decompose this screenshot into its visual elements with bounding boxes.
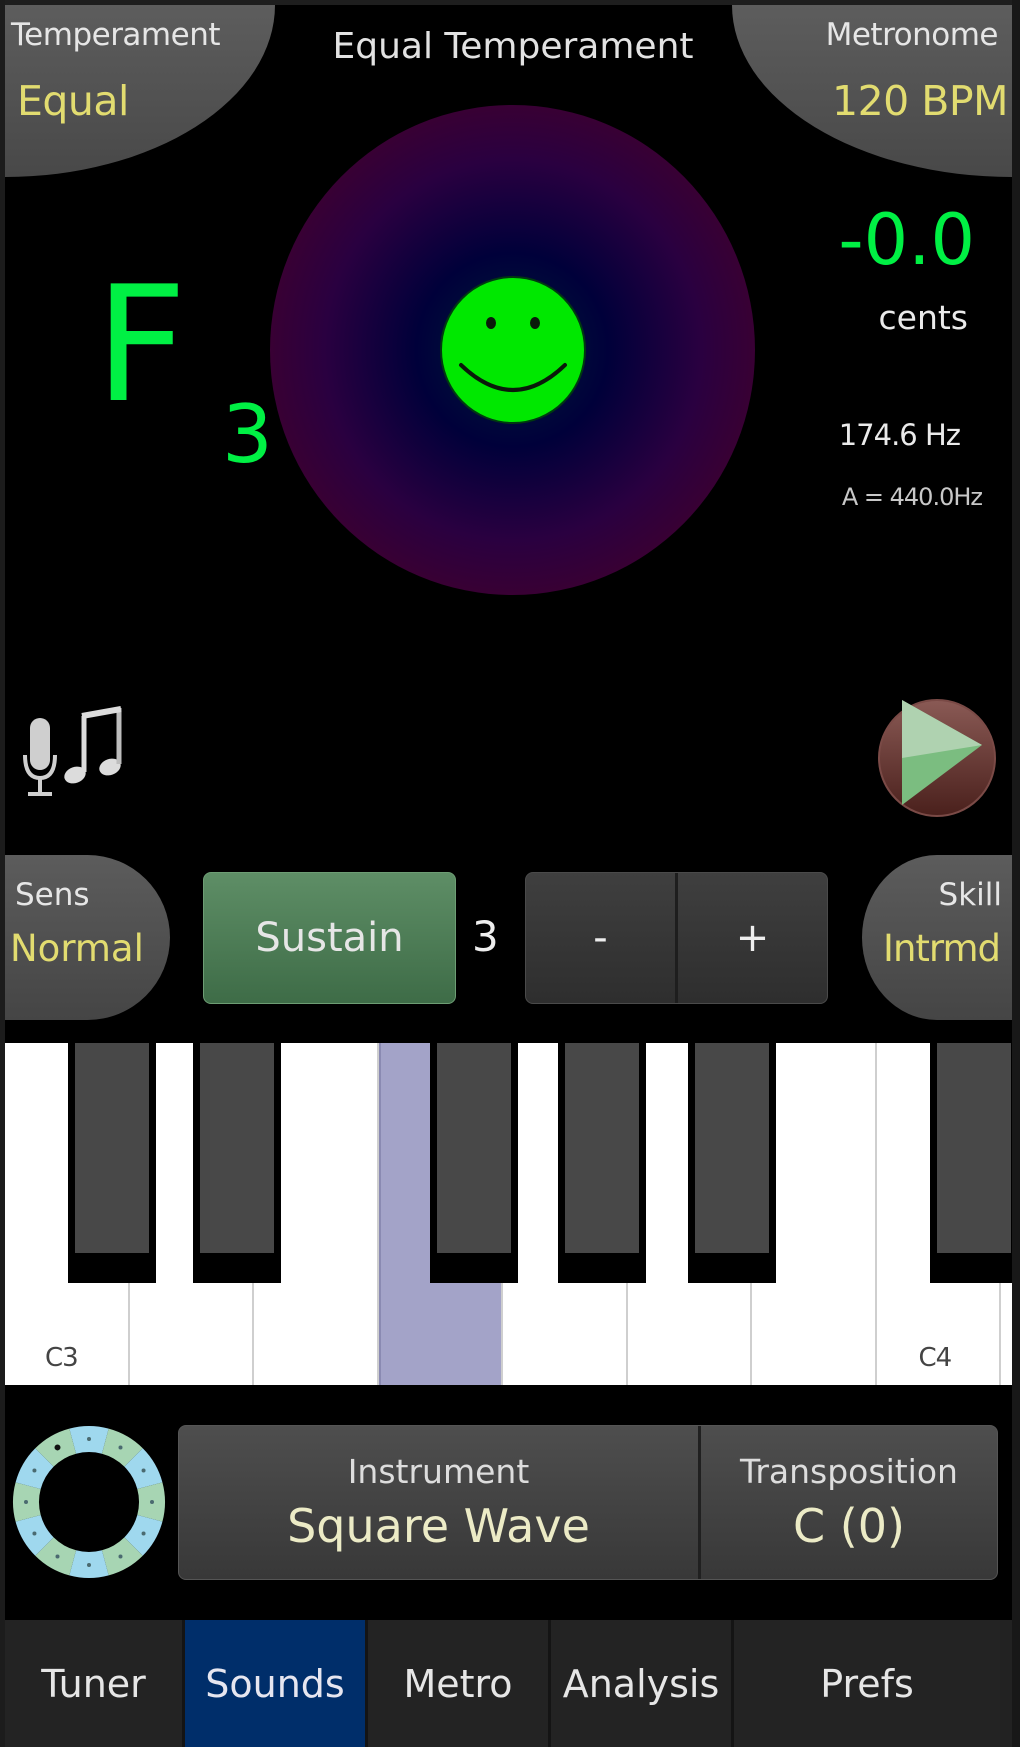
- tab-sounds[interactable]: Sounds: [185, 1620, 368, 1747]
- wheel-key-marker: [141, 1468, 146, 1473]
- instrument-selector[interactable]: Instrument Square Wave: [179, 1426, 701, 1579]
- bottom-tab-bar: Tuner Sounds Metro Analysis Prefs: [5, 1620, 1012, 1747]
- black-key-face: [695, 1043, 769, 1253]
- frequency-readout: 174.6 Hz: [838, 418, 961, 452]
- black-key-face: [75, 1043, 149, 1253]
- circle-of-fifths-icon[interactable]: [9, 1422, 169, 1582]
- tab-analysis[interactable]: Analysis: [551, 1620, 734, 1747]
- skill-selector[interactable]: Skill Intrmd: [862, 855, 1012, 1020]
- metronome-value: 120 BPM: [831, 77, 1009, 125]
- wheel-key-marker: [32, 1468, 37, 1473]
- tab-prefs[interactable]: Prefs: [734, 1620, 1000, 1747]
- key-label: C4: [918, 1343, 953, 1373]
- black-key-ds3[interactable]: [193, 1043, 281, 1283]
- black-key-face: [937, 1043, 1011, 1253]
- black-key-face: [565, 1043, 639, 1253]
- sensitivity-selector[interactable]: Sens Normal: [5, 855, 170, 1020]
- wheel-key-marker: [118, 1445, 123, 1450]
- note-name: F: [95, 251, 188, 438]
- metronome-label: Metronome: [825, 17, 999, 53]
- play-button[interactable]: [872, 690, 1000, 820]
- black-key-fs3[interactable]: [430, 1043, 518, 1283]
- sustain-count: 3: [472, 912, 499, 961]
- wheel-key-marker: [87, 1437, 91, 1441]
- smiley-face-icon: [440, 276, 586, 424]
- instrument-label: Instrument: [347, 1452, 530, 1491]
- wheel-key-marker: [87, 1563, 91, 1567]
- tab-metro[interactable]: Metro: [368, 1620, 551, 1747]
- sensitivity-label: Sens: [15, 877, 90, 913]
- increment-button[interactable]: +: [675, 873, 827, 1003]
- black-key-cs3[interactable]: [68, 1043, 156, 1283]
- microphone-icon: [23, 718, 57, 796]
- input-source-toggle[interactable]: [20, 700, 135, 800]
- sustain-button[interactable]: Sustain: [203, 872, 456, 1004]
- key-label: C3: [45, 1343, 79, 1373]
- instrument-value: Square Wave: [287, 1499, 590, 1553]
- wheel-key-marker: [141, 1531, 146, 1536]
- wheel-key-marker: [55, 1554, 60, 1559]
- wheel-key-marker: [150, 1500, 154, 1504]
- piano-keyboard: C3 C4: [5, 1043, 1012, 1385]
- black-key-face: [200, 1043, 274, 1253]
- skill-label: Skill: [938, 877, 1002, 913]
- wheel-key-marker: [118, 1554, 123, 1559]
- skill-value: Intrmd: [883, 927, 1001, 970]
- transposition-label: Transposition: [740, 1452, 958, 1491]
- black-key-as3[interactable]: [688, 1043, 776, 1283]
- wheel-key-marker: [24, 1500, 28, 1504]
- metronome-selector[interactable]: Metronome 120 BPM: [732, 5, 1012, 177]
- sustain-stepper: - +: [525, 872, 828, 1004]
- instrument-bar: Instrument Square Wave Transposition C (…: [178, 1425, 998, 1580]
- temperament-value: Equal: [17, 77, 129, 125]
- reference-pitch: A = 440.0Hz: [841, 483, 983, 511]
- decrement-button[interactable]: -: [526, 873, 675, 1003]
- wheel-key-marker: [32, 1531, 37, 1536]
- transposition-value: C (0): [793, 1499, 905, 1553]
- black-key-face: [437, 1043, 511, 1253]
- music-note-icon: [64, 706, 122, 784]
- tab-tuner[interactable]: Tuner: [5, 1620, 185, 1747]
- cents-label: cents: [878, 298, 969, 337]
- black-key-gs3[interactable]: [558, 1043, 646, 1283]
- right-edge: [1012, 0, 1020, 1747]
- black-key-cs4[interactable]: [930, 1043, 1012, 1283]
- transposition-selector[interactable]: Transposition C (0): [701, 1426, 997, 1579]
- wheel-key-marker: [54, 1444, 61, 1451]
- sensitivity-value: Normal: [10, 927, 144, 970]
- cents-value: -0.0: [838, 199, 975, 281]
- note-octave: 3: [222, 388, 273, 481]
